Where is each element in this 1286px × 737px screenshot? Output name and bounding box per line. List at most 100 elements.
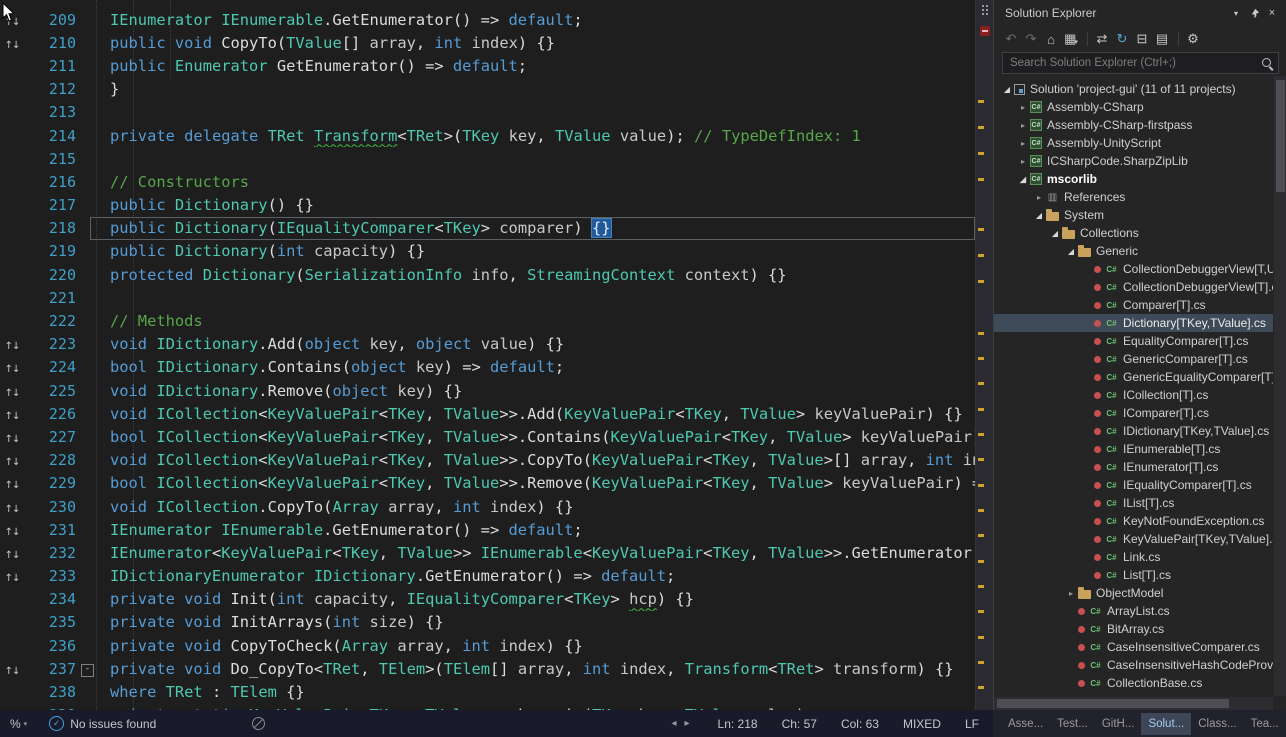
code-line-text[interactable]: where TRet : TElem {} (90, 680, 975, 703)
code-line[interactable]: 235 private void InitArrays(int size) {} (0, 611, 975, 634)
tree-horizontal-scrollbar[interactable] (994, 697, 1273, 710)
tree-item[interactable]: C#Link.cs (994, 548, 1273, 566)
code-line[interactable]: ↑↓230 void ICollection.CopyTo(Array arra… (0, 495, 975, 518)
editor-vertical-scrollbar[interactable] (975, 0, 994, 710)
expander-icon[interactable]: ▸ (1064, 589, 1078, 598)
expander-icon[interactable]: ◢ (1048, 229, 1062, 238)
code-line-text[interactable]: public Enumerator GetEnumerator() => def… (90, 54, 975, 77)
collapse-all-button[interactable]: ⊟ (1133, 30, 1151, 48)
code-line[interactable]: ↑↓228 void ICollection<KeyValuePair<TKey… (0, 449, 975, 472)
code-line[interactable]: ↑↓224 bool IDictionary.Contains(object k… (0, 356, 975, 379)
close-icon[interactable]: × (1263, 4, 1281, 22)
tree-item[interactable]: C#IList[T].cs (994, 494, 1273, 512)
code-line[interactable]: 222 // Methods (0, 309, 975, 332)
gutter-margin[interactable]: ↑↓ (0, 358, 24, 376)
tree-item[interactable]: C#GenericComparer[T].cs (994, 350, 1273, 368)
solution-explorer-titlebar[interactable]: Solution Explorer ▾ × (994, 0, 1286, 26)
code-line[interactable]: ↑↓237 private void Do_CopyTo<TRet, TElem… (0, 657, 975, 680)
gutter-margin[interactable]: ↑↓ (0, 660, 24, 678)
zoom-control[interactable]: % ▾ (10, 717, 27, 731)
scrollbar-options-icon[interactable] (982, 5, 984, 7)
override-indicator-icon[interactable]: ↑↓ (5, 388, 20, 399)
code-line[interactable]: ↑↓225 void IDictionary.Remove(object key… (0, 379, 975, 402)
gutter-margin[interactable]: ↑↓ (0, 451, 24, 469)
tree-item[interactable]: C#IEnumerator[T].cs (994, 458, 1273, 476)
code-line[interactable]: 216 // Constructors (0, 170, 975, 193)
code-line-text[interactable]: void IDictionary.Add(object key, object … (90, 333, 975, 356)
switch-views-button[interactable]: ▦▾ (1062, 30, 1080, 48)
override-indicator-icon[interactable]: ↑↓ (5, 457, 20, 468)
properties-button[interactable]: ⚙ (1184, 30, 1202, 48)
home-button[interactable]: ⌂ (1042, 30, 1060, 48)
search-input[interactable] (1002, 52, 1279, 74)
pin-icon[interactable] (1245, 4, 1263, 22)
code-line[interactable]: ↑↓231 IEnumerator IEnumerable.GetEnumera… (0, 518, 975, 541)
tree-item[interactable]: C#List[T].cs (994, 566, 1273, 584)
code-line[interactable]: ↑↓227 bool ICollection<KeyValuePair<TKey… (0, 425, 975, 448)
tree-item[interactable]: C#GenericEqualityComparer[T].cs (994, 368, 1273, 386)
code-line-text[interactable]: private void InitArrays(int size) {} (90, 611, 975, 634)
tree-item[interactable]: C#CollectionDebuggerView[T,U].cs (994, 260, 1273, 278)
expander-icon[interactable]: ◢ (1016, 175, 1030, 184)
tree-item[interactable]: C#KeyValuePair[TKey,TValue].cs (994, 530, 1273, 548)
window-position-icon[interactable]: ▾ (1227, 4, 1245, 22)
code-line-text[interactable]: public Dictionary() {} (90, 194, 975, 217)
code-line[interactable]: 219 public Dictionary(int capacity) {} (0, 240, 975, 263)
code-line-text[interactable]: bool IDictionary.Contains(object key) =>… (90, 356, 975, 379)
code-line-text[interactable] (90, 101, 975, 124)
override-indicator-icon[interactable]: ↑↓ (5, 40, 20, 51)
refresh-button[interactable]: ↻ (1113, 30, 1131, 48)
tree-item[interactable]: ◢Generic (994, 242, 1273, 260)
tree-item[interactable]: C#CollectionBase.cs (994, 674, 1273, 692)
override-indicator-icon[interactable]: ↑↓ (5, 364, 20, 375)
expander-icon[interactable]: ▸ (1016, 139, 1030, 148)
gutter-margin[interactable]: ↑↓ (0, 405, 24, 423)
override-indicator-icon[interactable]: ↑↓ (5, 504, 20, 515)
code-line[interactable]: ↑↓233 IDictionaryEnumerator IDictionary.… (0, 565, 975, 588)
override-indicator-icon[interactable]: ↑↓ (5, 550, 20, 561)
tree-item[interactable]: C#CaseInsensitiveHashCodeProvider.cs (994, 656, 1273, 674)
show-all-files-button[interactable]: ▤ (1153, 30, 1171, 48)
fold-collapse-icon[interactable]: - (81, 664, 94, 677)
code-line[interactable]: 214 private delegate TRet Transform<TRet… (0, 124, 975, 147)
sync-with-active-document-button[interactable]: ⇄ (1093, 30, 1111, 48)
scroll-right-icon[interactable]: ▸ (685, 718, 690, 729)
code-line-text[interactable]: void ICollection<KeyValuePair<TKey, TVal… (90, 402, 975, 425)
tree-item[interactable]: ▸C#Assembly-UnityScript (994, 134, 1273, 152)
expander-icon[interactable]: ▸ (1016, 103, 1030, 112)
code-line[interactable]: 236 private void CopyToCheck(Array array… (0, 634, 975, 657)
nav-forward-button[interactable]: ↷ (1022, 30, 1040, 48)
gutter-margin[interactable]: ↑↓ (0, 382, 24, 400)
tool-window-tab[interactable]: Class... (1191, 713, 1243, 735)
search-icon[interactable] (1262, 58, 1271, 67)
code-line[interactable]: 212 } (0, 78, 975, 101)
code-line-text[interactable]: private delegate TRet Transform<TRet>(TK… (90, 124, 975, 147)
code-line-text[interactable]: // Constructors (90, 170, 975, 193)
nav-back-button[interactable]: ↶ (1002, 30, 1020, 48)
tree-item[interactable]: C#CollectionDebuggerView[T].cs (994, 278, 1273, 296)
code-line-text[interactable]: IEnumerator IEnumerable.GetEnumerator() … (90, 518, 975, 541)
code-line[interactable]: 218 public Dictionary(IEqualityComparer<… (0, 217, 975, 240)
tool-window-tab[interactable]: Tea... (1244, 713, 1286, 735)
tree-item[interactable]: ◢Solution 'project-gui' (11 of 11 projec… (994, 80, 1273, 98)
gutter-margin[interactable]: ↑↓ (0, 521, 24, 539)
scrollbar-thumb[interactable] (1276, 80, 1285, 192)
code-line[interactable]: 221 (0, 286, 975, 309)
issues-check-icon[interactable]: ✓ (49, 716, 64, 731)
tool-window-tab[interactable]: Solut... (1141, 713, 1191, 735)
code-line[interactable]: 215 (0, 147, 975, 170)
gutter-margin[interactable]: ↑↓ (0, 34, 24, 52)
tree-item[interactable]: C#IComparer[T].cs (994, 404, 1273, 422)
tool-window-tab[interactable]: GitH... (1095, 713, 1142, 735)
code-line-text[interactable] (90, 147, 975, 170)
gutter-margin[interactable]: ↑↓ (0, 544, 24, 562)
tree-item[interactable]: C#EqualityComparer[T].cs (994, 332, 1273, 350)
code-line-text[interactable]: private void CopyToCheck(Array array, in… (90, 634, 975, 657)
code-line[interactable]: ↑↓226 void ICollection<KeyValuePair<TKey… (0, 402, 975, 425)
tree-item[interactable]: C#Dictionary[TKey,TValue].cs (994, 314, 1273, 332)
expander-icon[interactable]: ▸ (1016, 121, 1030, 130)
tree-item[interactable]: ◢System (994, 206, 1273, 224)
tree-item[interactable]: C#CaseInsensitiveComparer.cs (994, 638, 1273, 656)
code-line[interactable]: ↑↓209 IEnumerator IEnumerable.GetEnumera… (0, 8, 975, 31)
code-line-text[interactable]: IDictionaryEnumerator IDictionary.GetEnu… (90, 565, 975, 588)
